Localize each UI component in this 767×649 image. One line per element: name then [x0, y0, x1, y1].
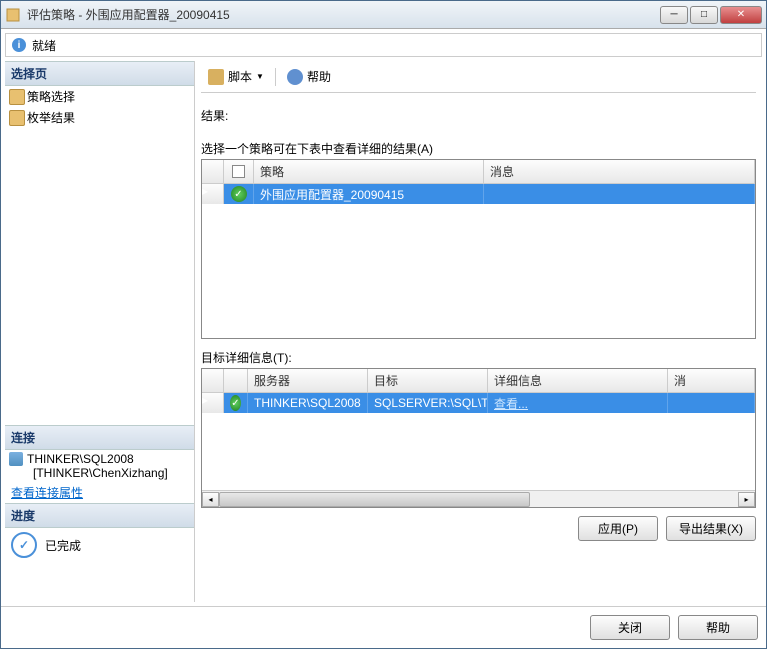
row-marker: ▸	[202, 184, 224, 204]
details-grid[interactable]: 服务器 目标 详细信息 消 ▸ ✓ THINKER\SQL2008 SQLSER…	[201, 368, 756, 508]
close-dialog-button[interactable]: 关闭	[590, 615, 670, 640]
col-message[interactable]: 消息	[484, 160, 755, 183]
dialog-window: 评估策略 - 外围应用配置器_20090415 ─ □ ✕ i 就绪 选择页 策…	[0, 0, 767, 649]
col-info[interactable]: 详细信息	[488, 369, 668, 392]
details-label: 目标详细信息(T):	[201, 349, 756, 366]
sidebar-item-policy-select[interactable]: 策略选择	[5, 86, 194, 107]
info-cell: 查看...	[488, 393, 668, 413]
info-icon: i	[12, 38, 26, 52]
footer: 关闭 帮助	[1, 606, 766, 648]
help-dialog-button[interactable]: 帮助	[678, 615, 758, 640]
status-text: 就绪	[32, 37, 56, 54]
toolbar: 脚本 ▼ 帮助	[201, 61, 756, 93]
horizontal-scrollbar[interactable]: ◂ ▸	[202, 490, 755, 507]
body: 选择页 策略选择 枚举结果 连接 THINKER\SQL2008 [THINKE…	[5, 61, 762, 602]
main-panel: 脚本 ▼ 帮助 结果: 选择一个策略可在下表中查看详细的结果(A) 策略 消息	[195, 61, 762, 602]
policy-cell: 外围应用配置器_20090415	[254, 184, 484, 204]
details-header: 服务器 目标 详细信息 消	[202, 369, 755, 393]
apply-button[interactable]: 应用(P)	[578, 516, 658, 541]
col-target[interactable]: 目标	[368, 369, 488, 392]
script-button[interactable]: 脚本 ▼	[201, 65, 271, 88]
message-cell	[484, 184, 755, 204]
scroll-left-button[interactable]: ◂	[202, 492, 219, 507]
view-detail-link[interactable]: 查看...	[494, 395, 528, 412]
results-header: 策略 消息	[202, 160, 755, 184]
success-icon: ✓	[231, 186, 247, 202]
check-circle-icon: ✓	[11, 532, 37, 558]
close-button[interactable]: ✕	[720, 6, 762, 24]
script-icon	[208, 69, 224, 85]
export-button[interactable]: 导出结果(X)	[666, 516, 756, 541]
view-connection-link[interactable]: 查看连接属性	[5, 482, 194, 503]
maximize-button[interactable]: □	[690, 6, 718, 24]
server-cell: THINKER\SQL2008	[248, 393, 368, 413]
minimize-button[interactable]: ─	[660, 6, 688, 24]
help-icon	[287, 69, 303, 85]
details-body: ▸ ✓ THINKER\SQL2008 SQLSERVER:\SQL\T... …	[202, 393, 755, 490]
success-icon: ✓	[230, 395, 241, 411]
col-server[interactable]: 服务器	[248, 369, 368, 392]
sidebar: 选择页 策略选择 枚举结果 连接 THINKER\SQL2008 [THINKE…	[5, 61, 195, 602]
details-row[interactable]: ▸ ✓ THINKER\SQL2008 SQLSERVER:\SQL\T... …	[202, 393, 755, 413]
scroll-thumb[interactable]	[219, 492, 530, 507]
results-body: ▸ ✓ 外围应用配置器_20090415	[202, 184, 755, 338]
col-msg[interactable]: 消	[668, 369, 755, 392]
select-all-checkbox[interactable]	[232, 165, 245, 178]
toolbar-divider	[275, 68, 276, 86]
help-button[interactable]: 帮助	[280, 65, 338, 88]
status-bar: i 就绪	[5, 33, 762, 57]
window-title: 评估策略 - 外围应用配置器_20090415	[27, 6, 660, 23]
results-instruction: 选择一个策略可在下表中查看详细的结果(A)	[201, 140, 756, 157]
scroll-right-button[interactable]: ▸	[738, 492, 755, 507]
target-cell: SQLSERVER:\SQL\T...	[368, 393, 488, 413]
sidebar-item-enum-results[interactable]: 枚举结果	[5, 107, 194, 128]
app-icon	[5, 7, 21, 23]
window-buttons: ─ □ ✕	[660, 6, 762, 24]
row-marker: ▸	[202, 393, 224, 413]
chevron-down-icon: ▼	[256, 72, 264, 81]
action-buttons: 应用(P) 导出结果(X)	[201, 508, 756, 549]
progress-header: 进度	[5, 503, 194, 528]
results-row[interactable]: ▸ ✓ 外围应用配置器_20090415	[202, 184, 755, 204]
col-policy[interactable]: 策略	[254, 160, 484, 183]
progress-status: ✓ 已完成	[5, 528, 194, 562]
select-page-header: 选择页	[5, 61, 194, 86]
results-grid[interactable]: 策略 消息 ▸ ✓ 外围应用配置器_20090415	[201, 159, 756, 339]
connection-server: THINKER\SQL2008 [THINKER\ChenXizhang]	[5, 450, 194, 482]
results-label: 结果:	[201, 107, 756, 124]
titlebar[interactable]: 评估策略 - 外围应用配置器_20090415 ─ □ ✕	[1, 1, 766, 29]
connection-header: 连接	[5, 425, 194, 450]
